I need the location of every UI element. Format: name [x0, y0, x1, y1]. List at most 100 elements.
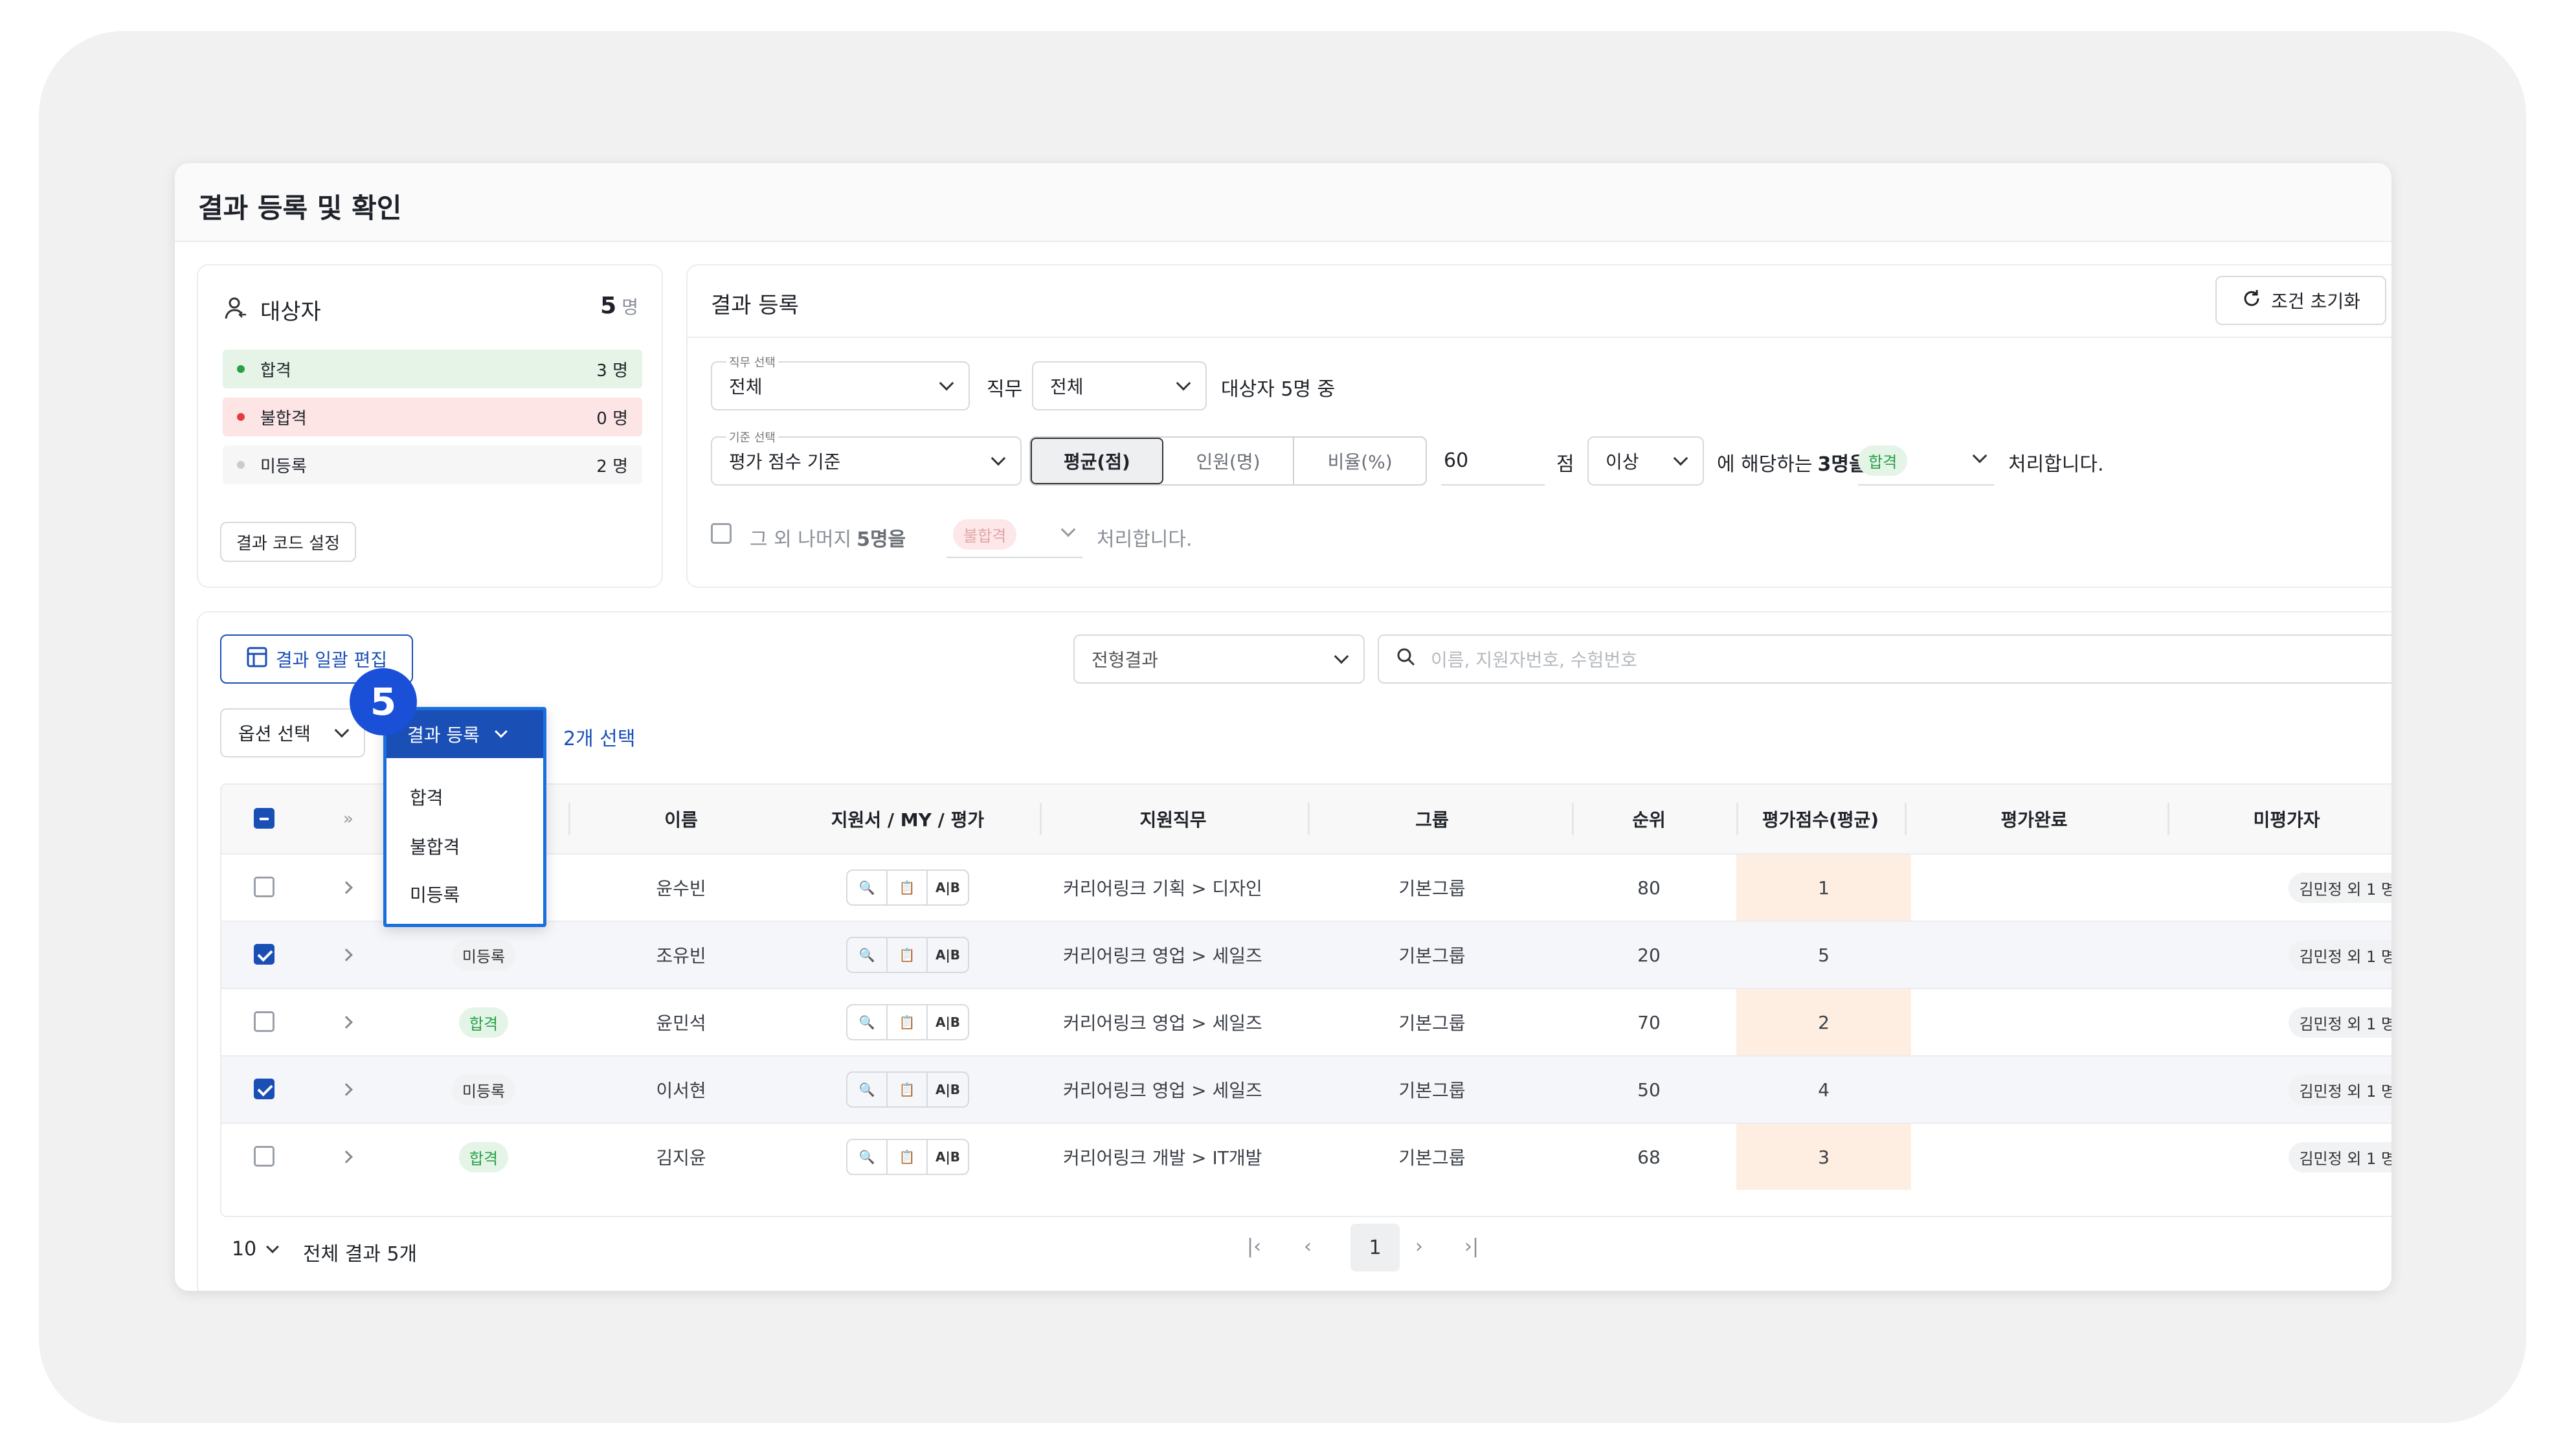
column-divider	[1308, 803, 1310, 835]
option-select-dropdown[interactable]: 옵션 선택	[220, 708, 365, 757]
applicant-name[interactable]: 윤민석	[584, 989, 778, 1055]
status-label: 불합격	[260, 409, 307, 429]
register-result-menu: 결과 등록 합격 불합격 미등록	[383, 707, 546, 927]
clipboard-icon[interactable]: 📋	[888, 871, 928, 904]
job-cell: 커리어링크 개발 > IT개발	[1063, 1147, 1262, 1169]
summary-title: 대상자	[260, 299, 321, 325]
score-cell: 2	[1736, 989, 1911, 1055]
column-divider	[2167, 803, 2169, 835]
applicant-name[interactable]: 윤수빈	[584, 855, 778, 921]
application-view-icon[interactable]: 🔍	[847, 1073, 888, 1106]
status-cell: 합격	[390, 989, 577, 1055]
first-page-icon[interactable]: |‹	[1247, 1235, 1261, 1258]
application-view-icon[interactable]: 🔍	[847, 938, 888, 972]
row-checkbox[interactable]	[254, 1079, 274, 1099]
clipboard-icon[interactable]: 📋	[888, 938, 928, 972]
pending-evaluators[interactable]: 김민정 외 1 명	[2215, 855, 2391, 921]
filter-value: 전형결과	[1092, 649, 1159, 671]
applicant-name[interactable]: 이서현	[584, 1057, 778, 1123]
ab-compare-icon[interactable]: A|B	[928, 1005, 968, 1039]
card-header: 결과 등록 및 확인	[175, 163, 2391, 242]
stage-result-filter[interactable]: 전형결과	[1073, 634, 1365, 684]
prev-page-icon[interactable]: ‹	[1304, 1235, 1312, 1258]
clipboard-icon[interactable]: 📋	[888, 1005, 928, 1039]
segment-ratio[interactable]: 비율(%)	[1294, 438, 1426, 484]
table-row[interactable]: 윤수빈 🔍 📋 A|B 커리어링크 기획 > 디자인 기본그룹 80 1 김민정 외 1 명	[221, 853, 2391, 921]
expand-row-icon[interactable]	[340, 989, 353, 1055]
menu-item-pass[interactable]: 합격	[410, 784, 443, 810]
row-checkbox[interactable]	[254, 877, 274, 897]
job-cell: 커리어링크 영업 > 세일즈	[1063, 1013, 1262, 1034]
result-card: 결과 등록 및 확인 대상자 5 명 합격 3 명 불합격 0 명 미등록 2 …	[175, 163, 2391, 1291]
rest-prefix: 그 외 나머지	[750, 528, 852, 551]
menu-item-unregistered[interactable]: 미등록	[410, 881, 460, 907]
table-row[interactable]: 미등록 조유빈 🔍 📋 A|B 커리어링크 영업 > 세일즈 기본그룹 20 5 김민정 외 1 …	[221, 921, 2391, 988]
row-checkbox[interactable]	[254, 1146, 274, 1167]
job-select-value: 전체	[729, 376, 763, 398]
column-divider	[1905, 803, 1907, 835]
pending-evaluators[interactable]: 김민정 외 1 명	[2215, 1124, 2391, 1190]
apply-result-badge: 합격	[1858, 445, 1908, 476]
compare-dropdown[interactable]: 이상	[1587, 436, 1704, 486]
result-code-settings-button[interactable]: 결과 코드 설정	[220, 522, 356, 562]
application-view-icon[interactable]: 🔍	[847, 1005, 888, 1039]
expand-row-icon[interactable]	[340, 922, 353, 988]
search-input[interactable]: 이름, 지원자번호, 수험번호	[1378, 634, 2391, 684]
rest-checkbox[interactable]	[711, 523, 732, 544]
chevron-down-icon	[1060, 522, 1076, 537]
select-all-checkbox[interactable]	[254, 808, 274, 829]
ab-compare-icon[interactable]: A|B	[928, 1140, 968, 1174]
clipboard-icon[interactable]: 📋	[888, 1140, 928, 1174]
ab-compare-icon[interactable]: A|B	[928, 938, 968, 972]
menu-header-label: 결과 등록	[407, 724, 480, 746]
summary-panel: 대상자 5 명 합격 3 명 불합격 0 명 미등록 2 명 결과 코드 설정	[197, 264, 663, 588]
doc-actions: 🔍 📋 A|B	[778, 1057, 1037, 1123]
page-1-button[interactable]: 1	[1350, 1224, 1400, 1271]
pending-evaluators[interactable]: 김민정 외 1 명	[2215, 1057, 2391, 1123]
table-row[interactable]: 미등록 이서현 🔍 📋 A|B 커리어링크 영업 > 세일즈 기본그룹 50 4 김민정 외 1 …	[221, 1055, 2391, 1123]
last-page-icon[interactable]: ›|	[1464, 1235, 1479, 1258]
segment-average[interactable]: 평균(점)	[1031, 438, 1163, 484]
table-row[interactable]: 합격 김지윤 🔍 📋 A|B 커리어링크 개발 > IT개발 기본그룹 68 3 김민정 외 1 …	[221, 1123, 2391, 1190]
summary-total-value: 5	[600, 293, 617, 319]
col-pending: 미평가자	[2253, 809, 2320, 831]
col-name: 이름	[664, 809, 698, 831]
expand-row-icon[interactable]	[340, 1124, 353, 1190]
applicant-name[interactable]: 김지윤	[584, 1124, 778, 1190]
menu-item-fail[interactable]: 불합격	[410, 833, 460, 859]
col-group: 그룹	[1415, 809, 1449, 831]
apply-prefix: 에 해당하는	[1717, 453, 1813, 476]
doc-actions: 🔍 📋 A|B	[778, 989, 1037, 1055]
segment-headcount[interactable]: 인원(명)	[1163, 438, 1295, 484]
expand-all-icon[interactable]: »	[343, 809, 353, 829]
status-badge: 합격	[458, 1007, 509, 1038]
table-row[interactable]: 합격 윤민석 🔍 📋 A|B 커리어링크 영업 > 세일즈 기본그룹 70 2 김민정 외 1 명	[221, 988, 2391, 1055]
score-unit: 점	[1556, 453, 1574, 476]
reset-label: 조건 초기화	[2271, 291, 2360, 312]
pending-evaluators[interactable]: 김민정 외 1 명	[2215, 989, 2391, 1055]
row-checkbox[interactable]	[254, 1011, 274, 1032]
job-cell: 커리어링크 기획 > 디자인	[1063, 878, 1262, 899]
refresh-icon	[2241, 288, 2262, 313]
ab-compare-icon[interactable]: A|B	[928, 1073, 968, 1106]
ab-compare-icon[interactable]: A|B	[928, 871, 968, 904]
pending-badge: 김민정 외 1 명	[2289, 1141, 2391, 1172]
rest-result-dropdown[interactable]: 불합격	[946, 511, 1082, 558]
score-input[interactable]: 60	[1441, 436, 1545, 486]
expand-row-icon[interactable]	[340, 1057, 353, 1123]
expand-row-icon[interactable]	[340, 855, 353, 921]
application-view-icon[interactable]: 🔍	[847, 1140, 888, 1174]
chevron-down-icon	[1972, 448, 1988, 464]
column-divider	[1040, 803, 1042, 835]
application-view-icon[interactable]: 🔍	[847, 871, 888, 904]
clipboard-icon[interactable]: 📋	[888, 1073, 928, 1106]
applicant-name[interactable]: 조유빈	[584, 922, 778, 988]
pending-evaluators[interactable]: 김민정 외 1 명	[2215, 922, 2391, 988]
chevron-down-icon	[991, 451, 1006, 466]
apply-result-dropdown[interactable]: 합격	[1858, 436, 1994, 486]
next-page-icon[interactable]: ›	[1415, 1235, 1423, 1258]
page-size-select[interactable]: 10	[232, 1238, 280, 1260]
job-dropdown[interactable]: 전체	[1032, 361, 1207, 410]
reset-conditions-button[interactable]: 조건 초기화	[2215, 276, 2386, 325]
row-checkbox[interactable]	[254, 944, 274, 965]
